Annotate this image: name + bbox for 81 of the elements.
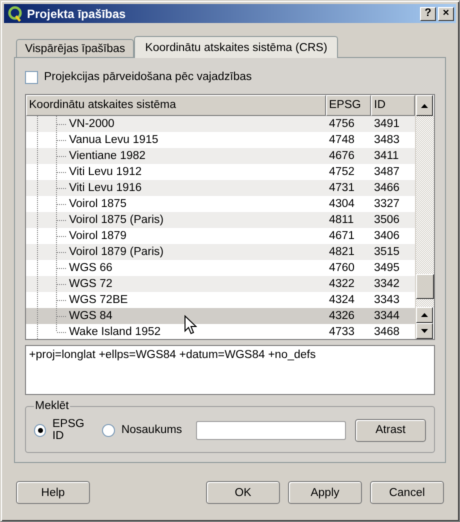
table-cell-text: 4304 bbox=[328, 197, 356, 212]
table-cell-text: 4752 bbox=[328, 165, 356, 180]
help-button[interactable]: ? bbox=[420, 6, 436, 20]
table-cell-text: 3468 bbox=[373, 325, 401, 339]
table-row[interactable]: WGS 84 4326 3344 bbox=[26, 308, 415, 324]
close-button[interactable]: × bbox=[438, 6, 454, 20]
find-button[interactable]: Atrast bbox=[355, 418, 426, 442]
window-title: Projekta īpašības bbox=[27, 6, 127, 20]
table-cell-text: 3515 bbox=[373, 245, 401, 260]
crs-name: Viti Levu 1916 bbox=[69, 182, 142, 194]
crs-name: WGS 72BE bbox=[69, 294, 128, 306]
crs-name: Voirol 1879 (Paris) bbox=[69, 246, 164, 258]
crs-name: Voirol 1879 bbox=[69, 230, 127, 242]
column-header[interactable]: ID bbox=[371, 95, 415, 116]
tab[interactable]: Koordinātu atskaites sistēma (CRS) bbox=[134, 36, 338, 58]
crs-name: Viti Levu 1912 bbox=[69, 166, 142, 178]
table-cell-text: 4748 bbox=[328, 133, 356, 148]
crs-name: Voirol 1875 (Paris) bbox=[69, 214, 164, 226]
crs-name: WGS 84 bbox=[69, 310, 112, 322]
up-arrow-icon bbox=[421, 104, 428, 108]
scrollbar[interactable] bbox=[415, 95, 434, 339]
radio-button[interactable] bbox=[102, 424, 116, 436]
dialog-button[interactable]: Help bbox=[16, 481, 90, 504]
crs-name: VN-2000 bbox=[69, 118, 114, 130]
scroll-up-button[interactable] bbox=[416, 307, 433, 323]
crs-name: Voirol 1875 bbox=[69, 198, 127, 210]
dialog-button[interactable]: Apply bbox=[288, 481, 362, 504]
table-row[interactable]: WGS 72 4322 3342 bbox=[26, 276, 415, 292]
table-cell-text: 4731 bbox=[328, 181, 356, 196]
proj-text-box[interactable]: +proj=longlat +ellps=WGS84 +datum=WGS84 +no_defs bbox=[25, 345, 435, 395]
table-cell-text: 3342 bbox=[373, 277, 401, 292]
group-title: Meklēt bbox=[34, 400, 70, 412]
column-header[interactable]: EPSG bbox=[326, 95, 371, 116]
table-cell-text: 3495 bbox=[373, 261, 401, 276]
table-cell-text: 4821 bbox=[328, 245, 356, 260]
table-cell-text: 3506 bbox=[373, 213, 401, 228]
table-cell-text: 4676 bbox=[328, 149, 356, 164]
radio-button[interactable] bbox=[34, 424, 46, 436]
tab[interactable]: Vispārējas īpašības bbox=[16, 39, 134, 57]
checkbox[interactable] bbox=[25, 70, 38, 84]
table-row[interactable]: Vientiane 1982 4676 3411 bbox=[26, 148, 415, 164]
table-cell-text: 3491 bbox=[373, 117, 401, 132]
scroll-up-button[interactable] bbox=[416, 95, 433, 116]
checkbox-label: Projekcijas pārveidošana pēc vajadzības bbox=[44, 71, 252, 83]
radio-label: EPSG ID bbox=[52, 418, 86, 442]
table-cell-text: 3343 bbox=[373, 293, 401, 308]
scroll-thumb[interactable] bbox=[416, 274, 434, 299]
crs-name: WGS 72 bbox=[69, 278, 112, 290]
table-cell-text: 4322 bbox=[328, 277, 356, 292]
table-row[interactable]: VN-2000 4756 3491 bbox=[26, 116, 415, 132]
down-arrow-icon bbox=[421, 329, 428, 333]
table-cell-text: 4811 bbox=[328, 213, 355, 228]
table-cell-text: 4324 bbox=[328, 293, 356, 308]
dialog-button[interactable]: OK bbox=[206, 481, 280, 504]
up-arrow-icon bbox=[421, 313, 428, 317]
crs-name: Vientiane 1982 bbox=[69, 150, 146, 162]
table-cell-text: 3466 bbox=[373, 181, 401, 196]
table-row[interactable]: Voirol 1875 (Paris) 4811 3506 bbox=[26, 212, 415, 228]
table-cell-text: 3487 bbox=[373, 165, 401, 180]
table-row[interactable]: Voirol 1879 (Paris) 4821 3515 bbox=[26, 244, 415, 260]
table-cell-text: 4733 bbox=[328, 325, 356, 339]
scroll-down-button[interactable] bbox=[416, 323, 433, 339]
crs-name: Vanua Levu 1915 bbox=[69, 134, 158, 146]
table-cell-text: 3406 bbox=[373, 229, 401, 244]
table-row[interactable]: Viti Levu 1916 4731 3466 bbox=[26, 180, 415, 196]
mouse-cursor-icon bbox=[184, 315, 197, 335]
table-cell-text: 4326 bbox=[328, 309, 356, 324]
table-cell-text: 4760 bbox=[328, 261, 356, 276]
table-cell-text: 3411 bbox=[373, 149, 400, 164]
search-field[interactable] bbox=[196, 420, 346, 440]
table-cell-text: 4671 bbox=[328, 229, 356, 244]
crs-name: WGS 66 bbox=[69, 262, 112, 274]
table-cell-text: 3344 bbox=[373, 309, 401, 324]
table-cell-text: 3327 bbox=[373, 197, 401, 212]
radio-label: Nosaukums bbox=[121, 424, 182, 436]
table-cell-text: 3483 bbox=[373, 133, 401, 148]
crs-name: Wake Island 1952 bbox=[69, 326, 161, 338]
app-logo-icon bbox=[7, 6, 23, 22]
column-header[interactable]: Koordinātu atskaites sistēma bbox=[26, 95, 326, 116]
dialog-button[interactable]: Cancel bbox=[370, 481, 444, 504]
table-cell-text: 4756 bbox=[328, 117, 356, 132]
